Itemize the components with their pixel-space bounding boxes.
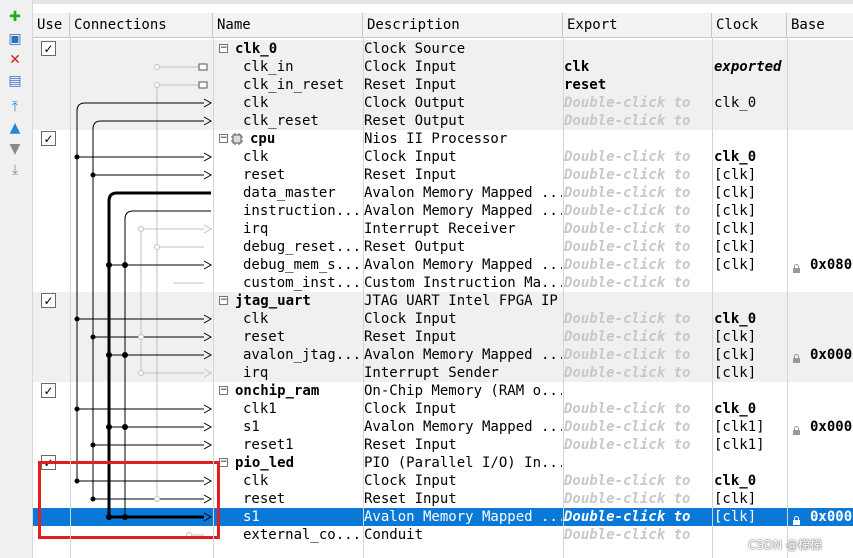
connection-dot[interactable]: [90, 442, 96, 448]
connection-dot[interactable]: [74, 316, 80, 322]
column-divider: [563, 37, 564, 558]
connection-dot[interactable]: [106, 352, 112, 358]
connection-curve[interactable]: [76, 102, 204, 112]
connection-dot[interactable]: [90, 172, 96, 178]
export-terminal-icon[interactable]: [198, 81, 208, 89]
highlight-box: [38, 461, 220, 539]
connection-dot[interactable]: [106, 262, 112, 268]
arrow-icon: [203, 350, 213, 360]
connection-dot[interactable]: [106, 424, 112, 430]
master-curve[interactable]: [107, 191, 211, 202]
column-divider: [363, 37, 364, 558]
arrow-icon: [203, 170, 213, 180]
arrow-icon: [203, 260, 213, 270]
arrow-icon: [203, 224, 213, 234]
arrow-icon: [203, 368, 213, 378]
connection-dot[interactable]: [138, 226, 144, 232]
connection-dot[interactable]: [122, 352, 128, 358]
connection-dot[interactable]: [154, 244, 160, 250]
watermark: CSDN @梯梯: [748, 538, 823, 552]
arrow-icon: [203, 98, 213, 108]
column-divider: [787, 37, 788, 558]
column-divider: [712, 37, 713, 558]
connection-dot[interactable]: [122, 262, 128, 268]
arrow-icon: [203, 314, 213, 324]
connection-dot[interactable]: [154, 82, 160, 88]
column-divider: [70, 37, 71, 558]
arrow-icon: [203, 116, 213, 126]
connection-curve[interactable]: [92, 120, 204, 130]
connection-dot[interactable]: [90, 334, 96, 340]
column-divider: [213, 37, 214, 558]
export-terminal-icon[interactable]: [198, 63, 208, 71]
master-curve[interactable]: [124, 210, 211, 220]
connection-dot[interactable]: [138, 334, 144, 340]
connection-dot[interactable]: [74, 154, 80, 160]
arrow-icon: [203, 332, 213, 342]
connection-dot[interactable]: [154, 64, 160, 70]
connection-dot[interactable]: [122, 424, 128, 430]
arrow-icon: [203, 152, 213, 162]
arrow-icon: [203, 422, 213, 432]
connection-dot[interactable]: [138, 370, 144, 376]
connection-dot[interactable]: [74, 406, 80, 412]
arrow-icon: [203, 404, 213, 414]
arrow-icon: [203, 440, 213, 450]
